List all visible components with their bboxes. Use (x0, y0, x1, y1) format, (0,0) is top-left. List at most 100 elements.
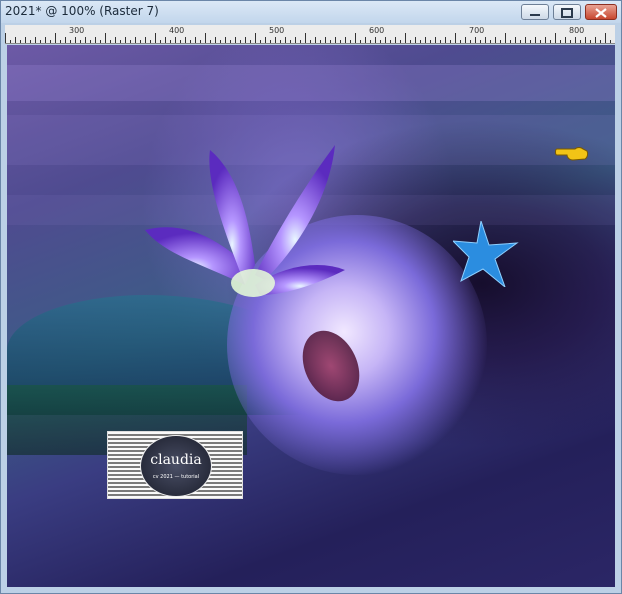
ruler-tick (245, 37, 246, 43)
ruler-tick (105, 33, 106, 43)
logo-subtext: cv 2021 — tutorial (152, 474, 200, 480)
ruler-label: 700 (469, 26, 485, 35)
ruler-tick (265, 37, 266, 43)
ruler-tick (220, 40, 221, 43)
ruler-tick (575, 37, 576, 43)
ruler-tick (360, 40, 361, 43)
ruler-tick (490, 40, 491, 43)
ruler-tick (540, 40, 541, 43)
watermark-logo: claudia cv 2021 — tutorial (107, 431, 243, 499)
ruler-tick (95, 37, 96, 43)
close-button[interactable] (585, 4, 617, 20)
ruler-tick (390, 40, 391, 43)
ruler-tick (145, 37, 146, 43)
ruler-tick (300, 40, 301, 43)
ruler-tick (170, 40, 171, 43)
ruler-tick (325, 37, 326, 43)
bellflower-image (145, 145, 345, 297)
ruler-tick (460, 40, 461, 43)
ruler-tick (550, 40, 551, 43)
ruler-tick (525, 37, 526, 43)
ruler-tick (135, 37, 136, 43)
ruler-tick (225, 37, 226, 43)
ruler-tick (380, 40, 381, 43)
ruler-tick (275, 37, 276, 43)
ruler-tick (410, 40, 411, 43)
pointing-hand-icon (555, 147, 589, 161)
ruler-tick (315, 37, 316, 43)
ruler-tick (355, 33, 356, 43)
ruler-tick (305, 33, 306, 43)
ruler-tick (535, 37, 536, 43)
window-title: 2021* @ 100% (Raster 7) (5, 4, 159, 18)
ruler-tick (5, 33, 6, 43)
ruler-tick (350, 40, 351, 43)
ruler-tick (40, 40, 41, 43)
ruler-label: 500 (269, 26, 285, 35)
ruler-tick (190, 40, 191, 43)
ruler-tick (200, 40, 201, 43)
ruler-tick (160, 40, 161, 43)
background-band (7, 65, 615, 101)
ruler-tick (435, 37, 436, 43)
ruler-tick (165, 37, 166, 43)
ruler-tick (440, 40, 441, 43)
ruler-tick (560, 40, 561, 43)
ruler-tick (600, 40, 601, 43)
ruler-tick (565, 37, 566, 43)
ruler-label: 600 (369, 26, 385, 35)
ruler-tick (285, 37, 286, 43)
ruler-tick (75, 37, 76, 43)
ruler-tick (150, 40, 151, 43)
maximize-button[interactable] (553, 4, 581, 20)
ruler-tick (235, 37, 236, 43)
ruler-tick (185, 37, 186, 43)
ruler-tick (320, 40, 321, 43)
ruler-tick (140, 40, 141, 43)
ruler-tick (270, 40, 271, 43)
ruler-tick (430, 40, 431, 43)
ruler-tick (20, 40, 21, 43)
ruler-tick (595, 37, 596, 43)
ruler-label: 300 (69, 26, 85, 35)
ruler-tick (610, 40, 611, 43)
ruler-tick (205, 33, 206, 43)
title-bar[interactable]: 2021* @ 100% (Raster 7) (1, 1, 621, 23)
ruler-tick (395, 37, 396, 43)
ruler-tick (250, 40, 251, 43)
ruler-tick (335, 37, 336, 43)
ruler-tick (505, 33, 506, 43)
ruler-tick (425, 37, 426, 43)
ruler-tick (330, 40, 331, 43)
logo-text: claudia (150, 452, 202, 468)
ruler-tick (515, 37, 516, 43)
horizontal-ruler[interactable]: 300 400 500 600 700 800 (5, 25, 615, 44)
ruler-tick (345, 37, 346, 43)
image-canvas[interactable]: claudia cv 2021 — tutorial (7, 45, 615, 587)
ruler-tick (100, 40, 101, 43)
star-icon (453, 221, 519, 287)
ruler-tick (590, 40, 591, 43)
ruler-tick (130, 40, 131, 43)
ruler-tick (415, 37, 416, 43)
ruler-tick (80, 40, 81, 43)
ruler-tick (240, 40, 241, 43)
ruler-tick (30, 40, 31, 43)
ruler-tick (475, 37, 476, 43)
ruler-tick (400, 40, 401, 43)
minimize-button[interactable] (521, 4, 549, 20)
image-window: 2021* @ 100% (Raster 7) 300 400 500 600 … (0, 0, 622, 594)
ruler-tick (35, 37, 36, 43)
ruler-tick (50, 40, 51, 43)
ruler-tick (25, 37, 26, 43)
ruler-tick (90, 40, 91, 43)
ruler-tick (370, 40, 371, 43)
ruler-tick (290, 40, 291, 43)
ruler-tick (555, 33, 556, 43)
ruler-tick (530, 40, 531, 43)
ruler-tick (420, 40, 421, 43)
ruler-tick (495, 37, 496, 43)
ruler-tick (405, 33, 406, 43)
close-icon (595, 8, 607, 18)
ruler-tick (85, 37, 86, 43)
